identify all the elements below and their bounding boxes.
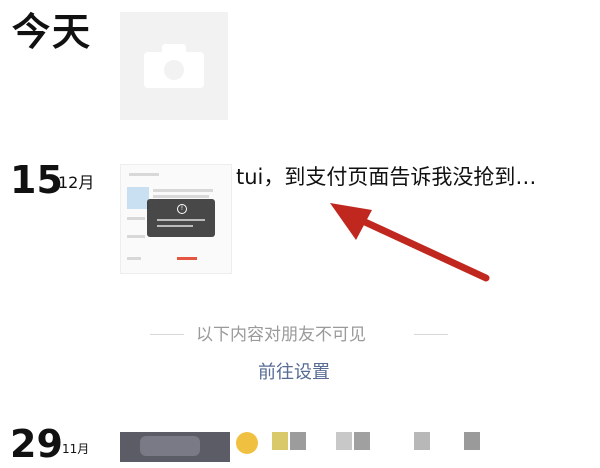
pixelated-image — [464, 432, 480, 450]
emoji-image — [236, 432, 258, 454]
pixelated-image — [290, 432, 306, 450]
pixelated-image — [336, 432, 352, 450]
invisible-notice: 以下内容对朋友不可见 — [196, 325, 366, 345]
post-thumbnail[interactable] — [120, 432, 230, 462]
divider-right — [414, 334, 448, 335]
settings-link[interactable]: 前往设置 — [258, 360, 330, 386]
date-day: 29 — [10, 422, 63, 466]
pixelated-image — [272, 432, 288, 450]
pixelated-image — [414, 432, 430, 450]
date-month: 11月 — [62, 442, 90, 456]
pixelated-image — [354, 432, 370, 450]
divider-left — [150, 334, 184, 335]
